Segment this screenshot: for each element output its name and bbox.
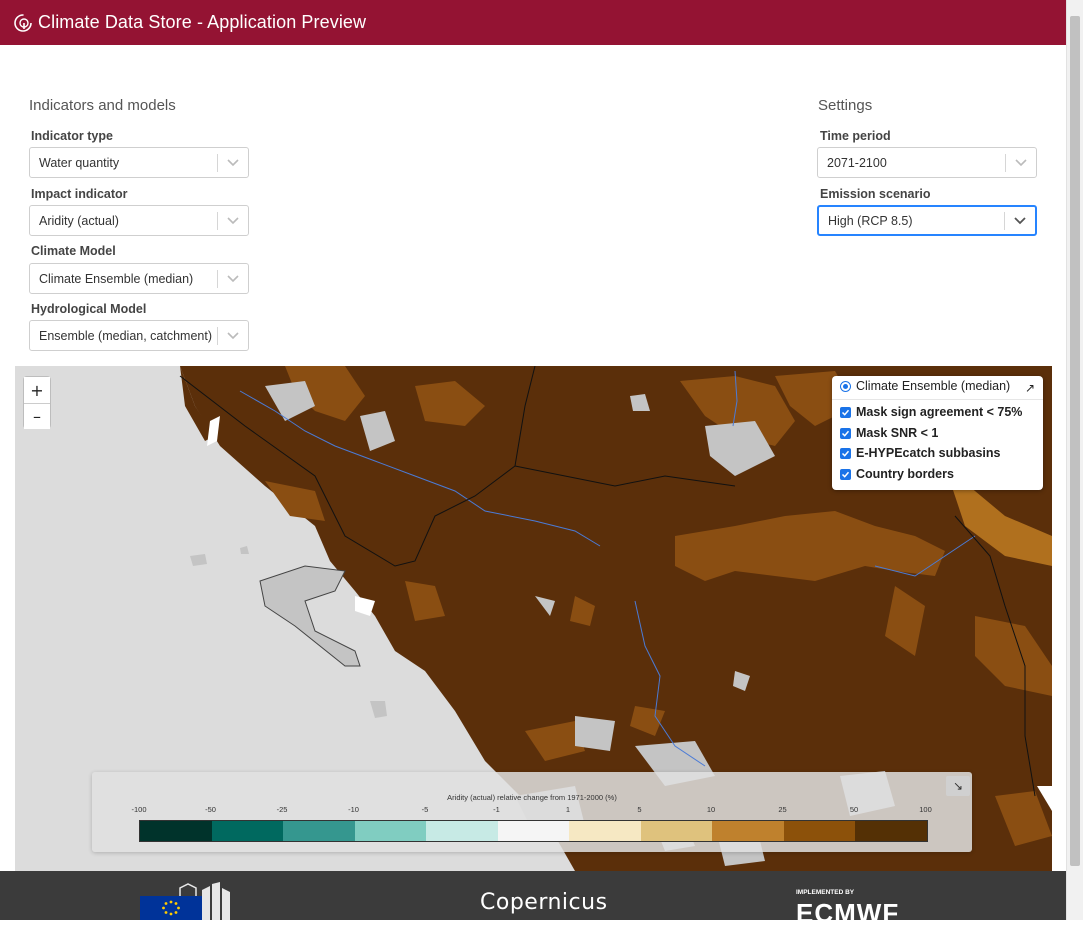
chevron-down-icon[interactable] xyxy=(218,264,248,293)
overlay-label: Mask SNR < 1 xyxy=(856,426,939,440)
legend-tick-label: -1 xyxy=(493,805,500,814)
climate-model-select[interactable]: Climate Ensemble (median) xyxy=(29,263,249,294)
legend-swatch xyxy=(712,821,784,841)
chevron-down-icon[interactable] xyxy=(218,321,248,350)
eu-commission-logo-icon xyxy=(140,882,230,920)
legend-swatch xyxy=(283,821,355,841)
chevron-down-icon[interactable] xyxy=(1005,207,1035,234)
zoom-out-button[interactable]: – xyxy=(24,403,50,429)
climate-model-label: Climate Model xyxy=(31,244,116,258)
overlay-label: Mask sign agreement < 75% xyxy=(856,405,1023,419)
overlay-country-borders[interactable]: Country borders xyxy=(840,467,954,481)
legend-swatch xyxy=(140,821,212,841)
chevron-down-icon[interactable] xyxy=(1006,148,1036,177)
radio-selected-icon[interactable] xyxy=(840,380,851,392)
layer-switcher: Climate Ensemble (median) ↗ Mask sign ag… xyxy=(832,376,1043,490)
legend-tick-label: 5 xyxy=(637,805,642,814)
legend-swatch xyxy=(783,821,855,841)
app-header: Climate Data Store - Application Preview xyxy=(0,0,1066,45)
legend-tick-label: -25 xyxy=(276,805,288,814)
impact-indicator-value: Aridity (actual) xyxy=(39,213,119,228)
emission-scenario-label: Emission scenario xyxy=(820,187,931,201)
indicator-type-label: Indicator type xyxy=(31,129,113,143)
overlay-mask-snr[interactable]: Mask SNR < 1 xyxy=(840,426,938,440)
zoom-control: + – xyxy=(23,376,51,429)
checkbox-checked-icon[interactable] xyxy=(840,447,851,459)
base-layer-option[interactable]: Climate Ensemble (median) xyxy=(840,379,1010,393)
overlay-label: Country borders xyxy=(856,467,954,481)
impact-indicator-label: Impact indicator xyxy=(31,187,128,201)
checkbox-checked-icon[interactable] xyxy=(840,406,851,418)
climate-model-value: Climate Ensemble (median) xyxy=(39,271,194,286)
legend-title: Aridity (actual) relative change from 19… xyxy=(447,793,617,802)
legend-color-bar xyxy=(139,820,928,842)
legend-swatch xyxy=(855,821,927,841)
checkbox-checked-icon[interactable] xyxy=(840,427,851,439)
legend-swatch xyxy=(211,821,283,841)
legend-swatch xyxy=(569,821,641,841)
hydrological-model-label: Hydrological Model xyxy=(31,302,147,316)
indicators-section-title: Indicators and models xyxy=(29,97,176,114)
legend-tick-label: 50 xyxy=(849,805,859,814)
legend-tick-label: 100 xyxy=(919,805,932,814)
hydrological-model-select[interactable]: Ensemble (median, catchment) xyxy=(29,320,249,351)
zoom-in-button[interactable]: + xyxy=(24,377,50,403)
copernicus-logo: Copernicus xyxy=(480,890,608,915)
impact-indicator-select[interactable]: Aridity (actual) xyxy=(29,205,249,236)
base-layer-label: Climate Ensemble (median) xyxy=(856,379,1011,393)
ecmwf-logo: ECMWF xyxy=(796,898,900,928)
expand-arrow-icon[interactable]: ↗ xyxy=(1025,381,1035,395)
legend-collapse-button[interactable]: ↘ xyxy=(946,776,970,796)
legend-tick-label: -5 xyxy=(421,805,429,814)
chevron-down-icon[interactable] xyxy=(218,148,248,177)
legend-swatch xyxy=(640,821,712,841)
legend-swatch xyxy=(354,821,426,841)
legend-tick-label: -10 xyxy=(348,805,359,814)
scrollbar-thumb[interactable] xyxy=(1070,16,1080,866)
legend-tick-label: 25 xyxy=(778,805,787,814)
chevron-down-icon[interactable] xyxy=(218,206,248,235)
legend-swatch xyxy=(497,821,569,841)
emission-scenario-select[interactable]: High (RCP 8.5) xyxy=(817,205,1037,236)
checkbox-checked-icon[interactable] xyxy=(840,468,851,480)
page-title: Climate Data Store - Application Preview xyxy=(38,12,367,32)
legend-tick-label: -100 xyxy=(131,805,147,814)
ecmwf-implemented-by: IMPLEMENTED BY xyxy=(796,889,855,896)
legend-tick-label: 1 xyxy=(565,805,571,814)
time-period-value: 2071-2100 xyxy=(827,155,887,170)
cds-logo-icon xyxy=(14,13,32,32)
time-period-select[interactable]: 2071-2100 xyxy=(817,147,1037,178)
indicator-type-value: Water quantity xyxy=(39,155,120,170)
legend-tick-label: 10 xyxy=(706,805,716,814)
overlay-label: E-HYPEcatch subbasins xyxy=(856,446,1001,460)
hydrological-model-value: Ensemble (median, catchment) xyxy=(39,328,212,343)
emission-scenario-value: High (RCP 8.5) xyxy=(828,213,913,228)
settings-section-title: Settings xyxy=(818,97,873,114)
page-scrollbar[interactable] xyxy=(1066,0,1083,920)
layer-divider xyxy=(832,399,1043,400)
overlay-subbasins[interactable]: E-HYPEcatch subbasins xyxy=(840,446,1001,460)
time-period-label: Time period xyxy=(820,129,891,143)
legend-swatch xyxy=(426,821,498,841)
legend-tick-label: -50 xyxy=(205,805,216,814)
indicator-type-select[interactable]: Water quantity xyxy=(29,147,249,178)
overlay-mask-sign-agreement[interactable]: Mask sign agreement < 75% xyxy=(840,405,1022,419)
map-legend: Aridity (actual) relative change from 19… xyxy=(92,772,972,852)
